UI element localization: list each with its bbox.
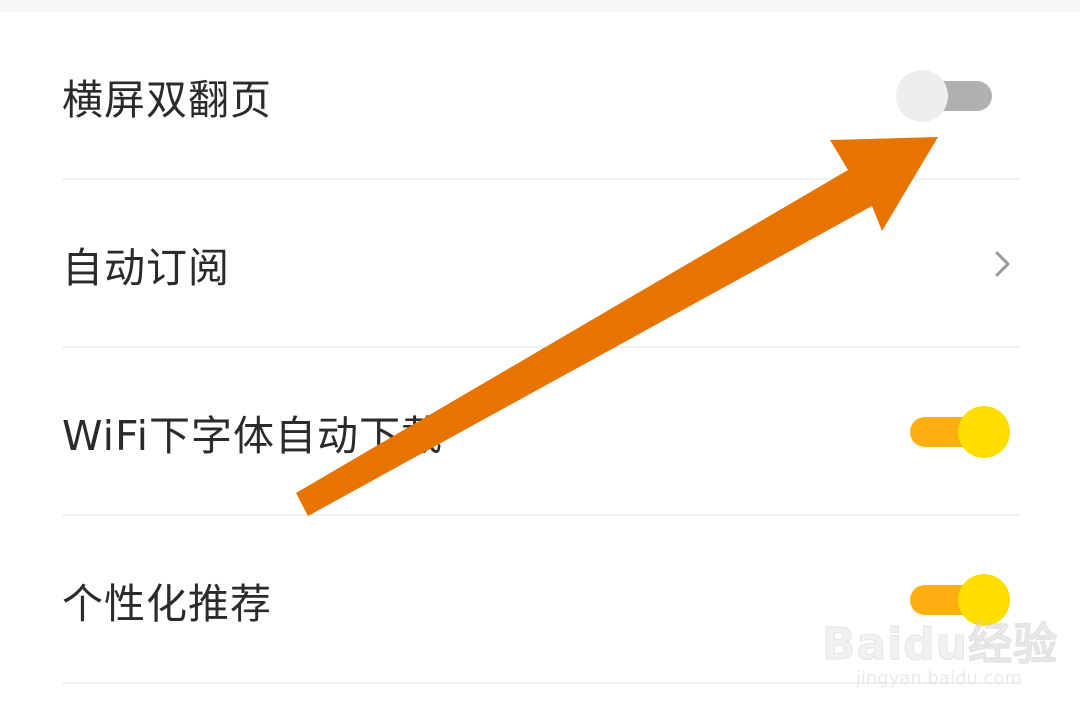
landscape-double-page-switch[interactable] xyxy=(896,68,1000,124)
switch-thumb xyxy=(896,70,948,122)
top-strip xyxy=(0,0,1080,12)
wifi-font-download-switch[interactable] xyxy=(906,404,1010,460)
chevron-right-icon xyxy=(995,251,1010,277)
setting-label: WiFi下字体自动下载 xyxy=(62,412,444,460)
baidu-jingyan-watermark: Baidu经验 jingyan.baidu.com xyxy=(821,608,1057,698)
setting-label: 横屏双翻页 xyxy=(62,76,272,124)
watermark-logo: Baidu经验 xyxy=(821,619,1059,671)
setting-row-landscape-double-page[interactable]: 横屏双翻页 xyxy=(0,12,1080,180)
setting-label: 自动订阅 xyxy=(62,244,230,292)
settings-screen: 横屏双翻页 自动订阅 WiFi下字体自动下载 个性化推荐 Baidu经验 jin… xyxy=(0,0,1080,717)
setting-row-auto-subscribe[interactable]: 自动订阅 xyxy=(0,180,1080,348)
setting-label: 个性化推荐 xyxy=(62,580,272,628)
watermark-url: jingyan.baidu.com xyxy=(855,668,1022,689)
switch-thumb xyxy=(958,406,1010,458)
setting-row-wifi-font-download[interactable]: WiFi下字体自动下载 xyxy=(0,348,1080,516)
